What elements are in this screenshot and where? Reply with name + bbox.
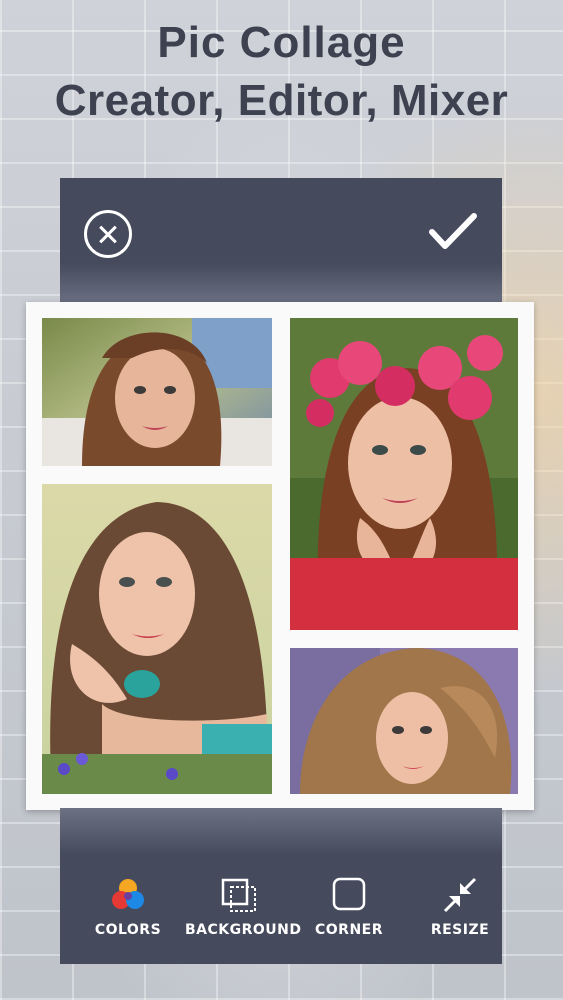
close-icon[interactable]	[84, 210, 132, 258]
corner-button[interactable]: CORNER	[309, 876, 389, 938]
headline: Pic Collage Creator, Editor, Mixer	[0, 14, 563, 130]
resize-icon	[443, 877, 477, 913]
background-icon	[221, 878, 256, 912]
headline-line-1: Pic Collage	[157, 18, 406, 67]
checkmark-icon[interactable]	[428, 210, 478, 254]
colors-label: COLORS	[94, 922, 162, 938]
photo-top-right[interactable]	[290, 318, 518, 630]
background-button[interactable]: BACKGROUND	[185, 876, 302, 938]
resize-button[interactable]: RESIZE	[420, 876, 500, 938]
corner-label: CORNER	[314, 922, 384, 938]
colors-button[interactable]: COLORS	[88, 876, 168, 938]
photo-bottom-left[interactable]	[42, 484, 272, 794]
background-label: BACKGROUND	[185, 922, 302, 938]
collage-frame[interactable]	[26, 302, 534, 810]
headline-line-2: Creator, Editor, Mixer	[54, 76, 509, 125]
resize-label: RESIZE	[430, 922, 490, 938]
photo-bottom-right[interactable]	[290, 648, 518, 794]
colors-icon	[112, 879, 144, 909]
corner-icon	[332, 877, 366, 911]
photo-top-left[interactable]	[42, 318, 272, 466]
